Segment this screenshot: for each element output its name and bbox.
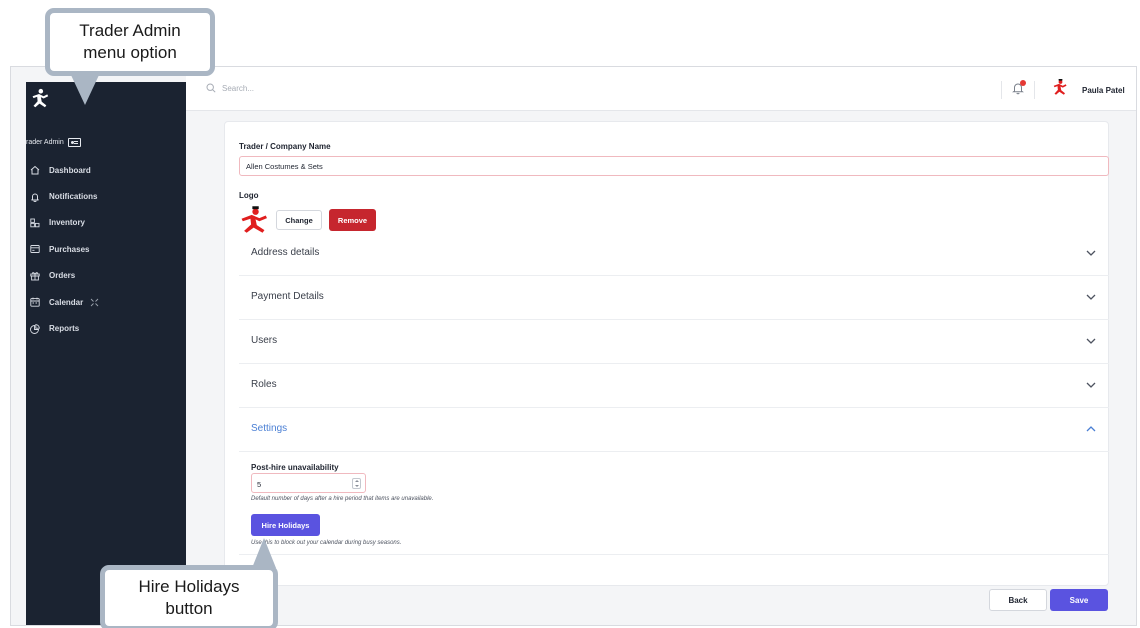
notification-dot — [1020, 80, 1026, 86]
back-button[interactable]: Back — [989, 589, 1047, 611]
hire-holidays-button[interactable]: Hire Holidays — [251, 514, 320, 536]
accordion-roles[interactable]: Roles — [239, 364, 1109, 408]
pie-chart-icon — [30, 323, 40, 334]
avatar[interactable] — [1050, 79, 1068, 97]
accordion-payment-details[interactable]: Payment Details — [239, 276, 1109, 320]
sidebar-item-notifications[interactable]: Notifications — [26, 183, 186, 209]
sidebar-item-dashboard[interactable]: Dashboard — [26, 157, 186, 183]
sidebar: rader Admin Dashboard Notifications Inve… — [26, 82, 186, 625]
sidebar-item-label: Inventory — [49, 218, 86, 228]
sidebar-item-label: Orders — [49, 271, 76, 281]
callout-text: Trader Admin menu option — [79, 21, 181, 62]
running-figure-logo[interactable] — [28, 88, 50, 110]
receipt-icon — [30, 244, 40, 254]
sidebar-item-purchases[interactable]: Purchases — [26, 236, 186, 262]
callout-pointer — [252, 538, 276, 568]
gift-icon — [30, 271, 40, 281]
sidebar-item-orders[interactable]: Orders — [26, 263, 186, 289]
id-card-icon — [67, 138, 81, 147]
logo-label: Logo — [239, 191, 259, 200]
sidebar-item-label: Reports — [49, 324, 80, 334]
pin-icon[interactable] — [90, 298, 99, 307]
topbar-divider — [1034, 81, 1035, 99]
boxes-icon — [30, 218, 40, 228]
trader-logo-image — [241, 206, 267, 233]
remove-logo-button[interactable]: Remove — [329, 209, 376, 231]
hire-holidays-callout: Hire Holidays button — [100, 565, 278, 628]
search-input[interactable] — [222, 83, 422, 93]
page: rader Admin Dashboard Notifications Inve… — [0, 0, 1140, 628]
sidebar-item-label: Calendar — [49, 297, 84, 307]
chevron-down-icon — [1085, 247, 1097, 259]
sidebar-item-label: Dashboard — [49, 165, 91, 175]
post-hire-unavailability-field — [251, 473, 366, 494]
sidebar-item-calendar[interactable]: Calendar — [26, 289, 186, 315]
accordion-label: Users — [251, 335, 278, 346]
accordion-address-details[interactable]: Address details — [239, 232, 1109, 276]
trader-name-label: Trader / Company Name — [239, 142, 331, 151]
accordion-label: Payment Details — [251, 291, 324, 302]
accordion-label: Roles — [251, 379, 277, 390]
search-icon — [206, 83, 216, 93]
notifications-bell-button[interactable] — [1011, 80, 1026, 95]
post-hire-unavailability-label: Post-hire unavailability — [251, 463, 339, 472]
post-hire-unavailability-input[interactable] — [252, 475, 342, 494]
change-logo-button[interactable]: Change — [276, 210, 322, 230]
trader-settings-card: Trader / Company Name Logo Change Remove… — [224, 121, 1109, 586]
number-stepper[interactable] — [352, 478, 361, 489]
chevron-down-icon — [1085, 291, 1097, 303]
search-bar — [206, 83, 422, 93]
home-icon — [30, 165, 40, 175]
trader-admin-menu-option[interactable]: rader Admin — [26, 138, 81, 147]
post-hire-unavailability-help: Default number of days after a hire peri… — [251, 496, 434, 502]
accordion-settings[interactable]: Settings — [239, 408, 1109, 452]
accordion-users[interactable]: Users — [239, 320, 1109, 364]
calendar-icon — [30, 297, 40, 307]
chevron-up-icon — [1085, 423, 1097, 435]
sidebar-item-inventory[interactable]: Inventory — [26, 210, 186, 236]
chevron-down-icon — [1085, 335, 1097, 347]
save-button[interactable]: Save — [1050, 589, 1108, 611]
callout-pointer — [71, 75, 99, 105]
sidebar-nav: Dashboard Notifications Inventory Purcha… — [26, 157, 186, 342]
callout-text: Hire Holidays button — [138, 577, 240, 618]
bell-icon — [30, 192, 40, 202]
trader-name-input[interactable] — [239, 156, 1109, 176]
divider — [239, 554, 1109, 555]
trader-admin-callout: Trader Admin menu option — [45, 8, 215, 76]
sidebar-item-reports[interactable]: Reports — [26, 315, 186, 341]
topbar: Paula Patel — [186, 67, 1136, 111]
accordion-label: Settings — [251, 423, 288, 434]
settings-panel: Post-hire unavailability Default number … — [251, 457, 1091, 546]
sidebar-item-label: Notifications — [49, 192, 98, 202]
topbar-divider — [1001, 81, 1002, 99]
trader-admin-label: rader Admin — [26, 139, 64, 146]
accordion-label: Address details — [251, 247, 320, 258]
sidebar-item-label: Purchases — [49, 244, 90, 254]
user-name[interactable]: Paula Patel — [1082, 86, 1125, 95]
chevron-down-icon — [1085, 379, 1097, 391]
app-window: rader Admin Dashboard Notifications Inve… — [10, 66, 1137, 626]
